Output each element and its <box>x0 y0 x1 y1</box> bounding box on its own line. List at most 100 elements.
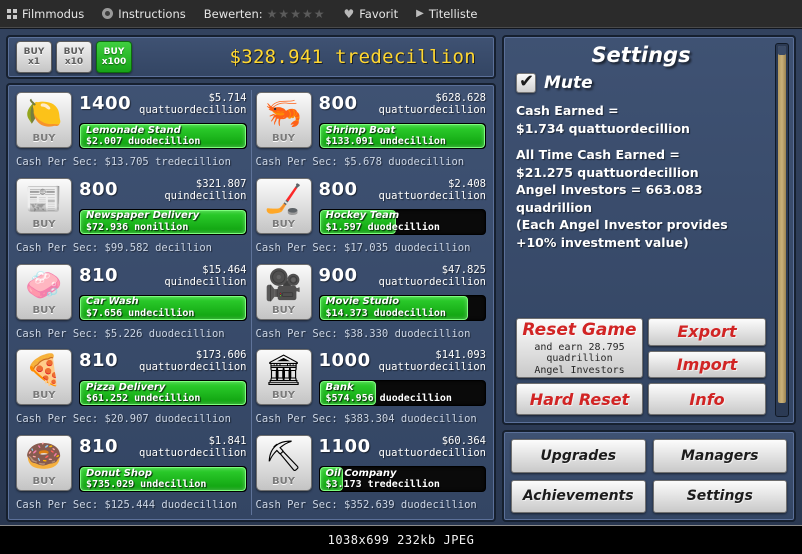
business-price: $47.825 quattuordecillion <box>379 264 486 288</box>
business-row: 🎥 BUY 900 $47.825 quattuordecillion Movie Stu… <box>255 262 486 344</box>
business-price-value: $173.606 <box>195 349 247 362</box>
mute-row[interactable]: Mute <box>516 71 784 93</box>
business-price-value: $141.093 <box>435 349 486 362</box>
hockey-icon: 🏒 <box>264 181 303 217</box>
buy-label: BUY <box>272 476 295 487</box>
business-name: Pizza Delivery <box>86 381 166 393</box>
hard-reset-button[interactable]: Hard Reset <box>516 383 643 415</box>
buy-oil-derrick-button[interactable]: ⛏ BUY <box>255 435 312 491</box>
buy-newspaper-button[interactable]: 📰 BUY <box>16 177 72 234</box>
business-list: 🍋 BUY 1400 $5.714 quattuordecillion Lemonade … <box>6 83 496 522</box>
info-button[interactable]: Info <box>648 383 766 415</box>
business-price-unit: quindecillion <box>164 275 247 288</box>
filmmodus-label: Filmmodus <box>22 6 85 21</box>
buy-pizza-button[interactable]: 🍕 BUY <box>16 349 72 406</box>
buy-bank-button[interactable]: 🏛 BUY <box>255 349 312 406</box>
upgrades-button[interactable]: Upgrades <box>511 439 646 473</box>
business-cash-per-sec: Cash Per Sec: $17.035 duodecillion <box>255 241 471 254</box>
buy-donut-button[interactable]: 🍩 BUY <box>16 435 72 491</box>
business-price-unit: quattuordecillion <box>139 361 247 374</box>
managers-button[interactable]: Managers <box>652 439 787 473</box>
game-screenshot: BUY x1 BUY x10 BUY x100 $328.941 tredeci… <box>0 28 802 525</box>
buy-label: BUY <box>32 476 56 487</box>
stat-line: quadrillion <box>516 199 593 215</box>
instructions-button[interactable]: Instructions <box>102 7 195 21</box>
titleliste-button[interactable]: ▶ Titelliste <box>416 7 486 21</box>
settings-scrollbar-thumb[interactable] <box>778 46 786 404</box>
business-cash-per-sec: Cash Per Sec: $13.705 tredecillion <box>16 156 231 168</box>
buy-shrimp-button[interactable]: 🦐 BUY <box>255 92 312 148</box>
business-price-unit: quindecillion <box>164 189 247 202</box>
lemon-icon: 🍋 <box>25 96 63 131</box>
business-revenue: $1.597 duodecillion <box>325 221 440 233</box>
car-wash-icon: 🧼 <box>25 267 63 303</box>
business-price-unit: quattuordecillion <box>378 275 486 288</box>
buy-label: BUY <box>272 133 295 144</box>
donut-icon: 🍩 <box>25 439 63 474</box>
reset-game-button[interactable]: Reset Game and earn 28.795 quadrillion Ang… <box>516 318 643 378</box>
hard-reset-label: Hard Reset <box>529 389 630 409</box>
business-progress-bar: Car Wash $7.656 undecillion <box>79 294 247 321</box>
cash-total: $328.941 tredecillion <box>229 46 476 68</box>
business-row: 🍋 BUY 1400 $5.714 quattuordecillion Lemonade … <box>16 90 247 172</box>
business-price: $60.364 quattuordecillion <box>379 435 486 459</box>
business-cash-per-sec: Cash Per Sec: $38.330 duodecillion <box>255 327 471 340</box>
rate-label: Bewerten: <box>203 6 263 21</box>
business-name: Hockey Team <box>325 210 400 222</box>
business-details: 800 $2.408 quattuordecillion Hockey Team $1.… <box>318 177 486 239</box>
buy-hockey-button[interactable]: 🏒 BUY <box>255 177 312 234</box>
favorite-button[interactable]: ♥ Favorit <box>343 7 407 21</box>
buy-x1-button[interactable]: BUY x1 <box>16 41 52 73</box>
reset-button-grid: Reset Game and earn 28.795 quadrillion Ang… <box>516 318 766 415</box>
business-panel: BUY x1 BUY x10 BUY x100 $328.941 tredeci… <box>6 35 496 522</box>
bank-icon: 🏛 <box>264 353 303 389</box>
export-label: Export <box>677 322 737 342</box>
business-revenue: $72.936 nonillion <box>86 221 189 233</box>
stat-spacer <box>516 137 784 146</box>
reset-game-sublabel-line: quadrillion <box>546 353 613 365</box>
business-row: 🏛 BUY 1000 $141.093 quattuordecillion Bank $57… <box>255 347 486 429</box>
business-name: Lemonade Stand <box>86 124 181 136</box>
info-label: Info <box>689 389 725 409</box>
business-cash-per-sec: Cash Per Sec: $352.639 duodecillion <box>255 499 477 511</box>
buy-label: BUY <box>32 133 56 144</box>
business-revenue: $7.656 undecillion <box>86 307 195 319</box>
business-price-value: $2.408 <box>448 177 486 190</box>
business-details: 1000 $141.093 quattuordecillion Bank $574.95… <box>318 349 486 410</box>
export-button[interactable]: Export <box>648 318 766 346</box>
filmmodus-button[interactable]: Filmmodus <box>7 7 93 21</box>
business-revenue: $2.007 duodecillion <box>86 136 201 147</box>
buy-car-wash-button[interactable]: 🧼 BUY <box>16 263 72 320</box>
business-progress-bar: Hockey Team $1.597 duodecillion <box>318 208 486 235</box>
buy-x10-button[interactable]: BUY x10 <box>56 41 92 73</box>
stat-line: (Each Angel Investor provides <box>516 217 728 232</box>
stats-block: Cash Earned = $1.734 quattuordecillion All… <box>516 102 784 251</box>
buy-lemon-button[interactable]: 🍋 BUY <box>16 92 72 148</box>
business-price: $173.606 quattuordecillion <box>139 349 246 373</box>
business-cash-per-sec: Cash Per Sec: $99.582 decillion <box>16 241 212 254</box>
settings-scrollbar[interactable] <box>775 43 789 417</box>
business-progress-bar: Donut Shop $735.029 undecillion <box>79 466 247 492</box>
business-details: 810 $1.841 quattuordecillion Donut Shop $735… <box>79 435 247 496</box>
buy-x100-button[interactable]: BUY x100 <box>96 41 132 73</box>
business-price-unit: quattuordecillion <box>378 447 486 459</box>
business-count: 800 <box>318 178 358 200</box>
business-revenue: $735.029 undecillion <box>86 479 207 490</box>
image-info-text: 1038x699 232kb JPEG <box>327 533 475 547</box>
buy-movie-camera-button[interactable]: 🎥 BUY <box>255 263 312 320</box>
settings-button[interactable]: Settings <box>652 479 787 513</box>
business-column-right: 🦐 BUY 800 $628.628 quattuordecillion Shrimp B… <box>252 90 491 515</box>
mute-checkbox[interactable] <box>516 71 536 93</box>
stat-line: All Time Cash Earned = <box>516 147 680 162</box>
mute-label: Mute <box>544 73 593 93</box>
business-count: 900 <box>318 264 358 286</box>
shrimp-icon: 🦐 <box>264 96 303 131</box>
achievements-button[interactable]: Achievements <box>511 479 646 513</box>
buy-label: BUY <box>32 218 56 230</box>
import-button[interactable]: Import <box>648 350 766 378</box>
business-count: 1000 <box>318 350 371 372</box>
business-row: 📰 BUY 800 $321.807 quindecillion Newspaper De… <box>16 176 247 258</box>
business-price: $5.714 quattuordecillion <box>139 92 246 116</box>
rating-stars[interactable]: ★★★★★ <box>267 7 335 21</box>
business-name: Bank <box>325 381 354 393</box>
